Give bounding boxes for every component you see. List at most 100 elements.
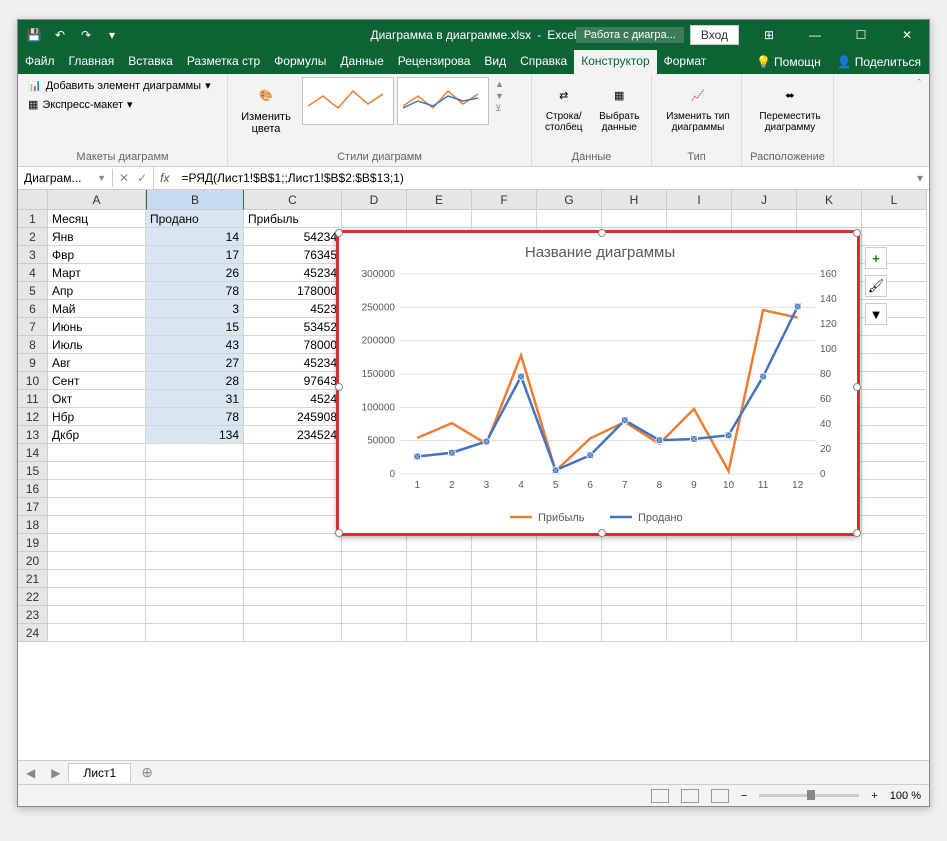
cell[interactable]	[732, 570, 797, 588]
cell[interactable]	[342, 210, 407, 228]
cell[interactable]: 97643	[244, 372, 342, 390]
cell[interactable]	[48, 444, 146, 462]
cell[interactable]	[862, 480, 927, 498]
col-header[interactable]: K	[797, 190, 862, 210]
row-header[interactable]: 17	[18, 498, 48, 516]
cell[interactable]: 245908	[244, 408, 342, 426]
minimize-icon[interactable]: —	[793, 20, 837, 50]
cell[interactable]	[862, 354, 927, 372]
maximize-icon[interactable]: ☐	[839, 20, 883, 50]
cell[interactable]: Продано	[146, 210, 244, 228]
cell[interactable]: 134	[146, 426, 244, 444]
row-header[interactable]: 3	[18, 246, 48, 264]
cell[interactable]: 76345	[244, 246, 342, 264]
expand-formula-icon[interactable]: ▾	[911, 171, 929, 185]
cell[interactable]	[862, 408, 927, 426]
row-header[interactable]: 9	[18, 354, 48, 372]
cell[interactable]: Окт	[48, 390, 146, 408]
resize-handle[interactable]	[598, 529, 606, 537]
col-header[interactable]: D	[342, 190, 407, 210]
cell[interactable]	[797, 606, 862, 624]
col-header[interactable]: F	[472, 190, 537, 210]
zoom-in-icon[interactable]: +	[871, 790, 877, 802]
cell[interactable]	[667, 210, 732, 228]
cell[interactable]	[48, 606, 146, 624]
cell[interactable]: 28	[146, 372, 244, 390]
style-thumb-1[interactable]	[302, 77, 394, 125]
col-header[interactable]: L	[862, 190, 927, 210]
zoom-out-icon[interactable]: −	[741, 790, 747, 802]
chart-styles-gallery[interactable]	[302, 77, 489, 125]
enter-formula-icon[interactable]: ✓	[137, 171, 147, 185]
col-header[interactable]: C	[244, 190, 342, 210]
cell[interactable]	[342, 606, 407, 624]
style-thumb-2[interactable]	[397, 77, 489, 125]
qat-dropdown-icon[interactable]: ▾	[104, 27, 120, 43]
resize-handle[interactable]	[853, 529, 861, 537]
cell[interactable]: 78	[146, 408, 244, 426]
undo-icon[interactable]: ↶	[52, 27, 68, 43]
cell[interactable]	[244, 516, 342, 534]
cell[interactable]: Нбр	[48, 408, 146, 426]
cell[interactable]: 3	[146, 300, 244, 318]
cell[interactable]	[537, 210, 602, 228]
cell[interactable]	[732, 606, 797, 624]
cell[interactable]	[146, 624, 244, 642]
cell[interactable]	[862, 606, 927, 624]
view-normal-icon[interactable]	[651, 789, 669, 803]
save-icon[interactable]: 💾	[26, 27, 42, 43]
col-header[interactable]: B	[146, 190, 244, 210]
col-header[interactable]: G	[537, 190, 602, 210]
col-header[interactable]: A	[48, 190, 146, 210]
cell[interactable]	[862, 390, 927, 408]
row-header[interactable]: 7	[18, 318, 48, 336]
resize-handle[interactable]	[853, 383, 861, 391]
cell[interactable]	[862, 426, 927, 444]
cell[interactable]: Месяц	[48, 210, 146, 228]
cell[interactable]: Прибыль	[244, 210, 342, 228]
cell[interactable]	[472, 624, 537, 642]
add-sheet-icon[interactable]: ⊕	[133, 764, 161, 781]
zoom-level[interactable]: 100 %	[890, 790, 921, 802]
cell[interactable]	[732, 624, 797, 642]
col-header[interactable]: I	[667, 190, 732, 210]
gallery-up-icon[interactable]: ▲	[495, 79, 504, 89]
view-break-icon[interactable]	[711, 789, 729, 803]
cell[interactable]: 45234	[244, 264, 342, 282]
cell[interactable]	[862, 210, 927, 228]
cell[interactable]: 54234	[244, 228, 342, 246]
cell[interactable]	[472, 534, 537, 552]
change-chart-type-button[interactable]: 📈 Изменить тип диаграммы	[658, 77, 738, 135]
cell[interactable]	[244, 480, 342, 498]
cell[interactable]	[244, 570, 342, 588]
cell[interactable]	[797, 624, 862, 642]
cell[interactable]	[342, 552, 407, 570]
cell[interactable]	[537, 588, 602, 606]
cell[interactable]	[244, 444, 342, 462]
row-header[interactable]: 21	[18, 570, 48, 588]
tab-view[interactable]: Вид	[477, 50, 513, 74]
cell[interactable]: Май	[48, 300, 146, 318]
cell[interactable]	[146, 444, 244, 462]
cell[interactable]	[48, 534, 146, 552]
tell-me-button[interactable]: 💡 Помощн	[748, 50, 829, 74]
cell[interactable]	[244, 462, 342, 480]
row-header[interactable]: 2	[18, 228, 48, 246]
tab-design[interactable]: Конструктор	[574, 50, 656, 74]
cell[interactable]	[797, 210, 862, 228]
cell[interactable]	[342, 624, 407, 642]
resize-handle[interactable]	[335, 383, 343, 391]
login-button[interactable]: Вход	[690, 25, 739, 45]
cell[interactable]: Фвр	[48, 246, 146, 264]
cell[interactable]	[862, 516, 927, 534]
cell[interactable]: 178000	[244, 282, 342, 300]
redo-icon[interactable]: ↷	[78, 27, 94, 43]
col-header[interactable]: J	[732, 190, 797, 210]
cell[interactable]	[472, 210, 537, 228]
row-header[interactable]: 19	[18, 534, 48, 552]
cell[interactable]: Сент	[48, 372, 146, 390]
cell[interactable]	[862, 462, 927, 480]
cell[interactable]	[862, 624, 927, 642]
move-chart-button[interactable]: ⬌ Переместить диаграмму	[748, 77, 832, 135]
cell[interactable]	[146, 498, 244, 516]
